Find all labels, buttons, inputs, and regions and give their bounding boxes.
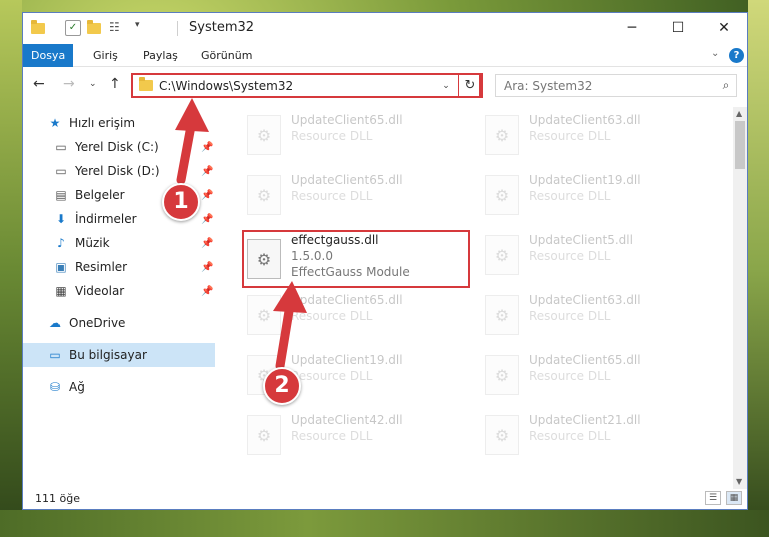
arrow-2 — [273, 281, 307, 371]
step-2-badge: 2 — [263, 367, 301, 405]
arrow-1 — [175, 98, 209, 185]
tutorial-arrows — [175, 98, 307, 371]
step-1-badge: 1 — [162, 183, 200, 221]
